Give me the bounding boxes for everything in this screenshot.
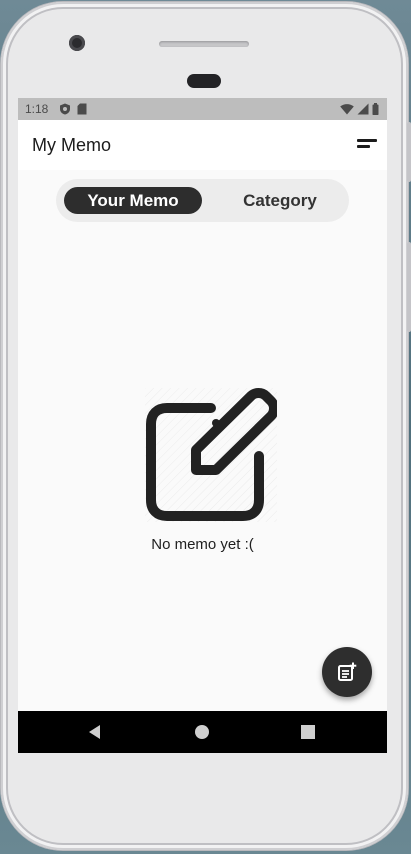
menu-line-long bbox=[357, 139, 377, 142]
power-button bbox=[407, 122, 411, 182]
sort-menu-icon[interactable] bbox=[353, 136, 377, 154]
tab-switcher: Your Memo Category bbox=[56, 179, 349, 222]
status-right-icons bbox=[340, 103, 379, 115]
signal-icon bbox=[357, 103, 369, 115]
home-icon[interactable] bbox=[193, 723, 211, 741]
front-camera bbox=[69, 35, 85, 51]
recents-icon[interactable] bbox=[299, 723, 317, 741]
shield-icon bbox=[60, 103, 70, 115]
add-memo-button[interactable] bbox=[322, 647, 372, 697]
edit-note-icon bbox=[145, 388, 277, 522]
system-nav-bar bbox=[18, 711, 387, 753]
status-time: 1:18 bbox=[25, 102, 49, 116]
menu-line-short bbox=[357, 145, 370, 148]
app-bar: My Memo bbox=[18, 120, 387, 170]
screen: 1:18 My Memo Your Memo Category No memo … bbox=[18, 98, 387, 753]
sd-card-icon bbox=[77, 103, 87, 115]
tab-category[interactable]: Category bbox=[211, 187, 349, 214]
tab-your-memo[interactable]: Your Memo bbox=[64, 187, 202, 214]
status-left-icons bbox=[59, 103, 87, 115]
battery-icon bbox=[372, 103, 379, 115]
add-note-icon bbox=[338, 662, 357, 681]
wifi-icon bbox=[340, 104, 354, 115]
back-icon[interactable] bbox=[86, 723, 104, 741]
earpiece-speaker bbox=[159, 41, 249, 47]
status-bar: 1:18 bbox=[18, 98, 387, 120]
empty-state-message: No memo yet :( bbox=[151, 536, 254, 553]
proximity-sensor bbox=[187, 74, 221, 88]
app-title: My Memo bbox=[32, 135, 112, 155]
volume-button bbox=[407, 242, 411, 332]
